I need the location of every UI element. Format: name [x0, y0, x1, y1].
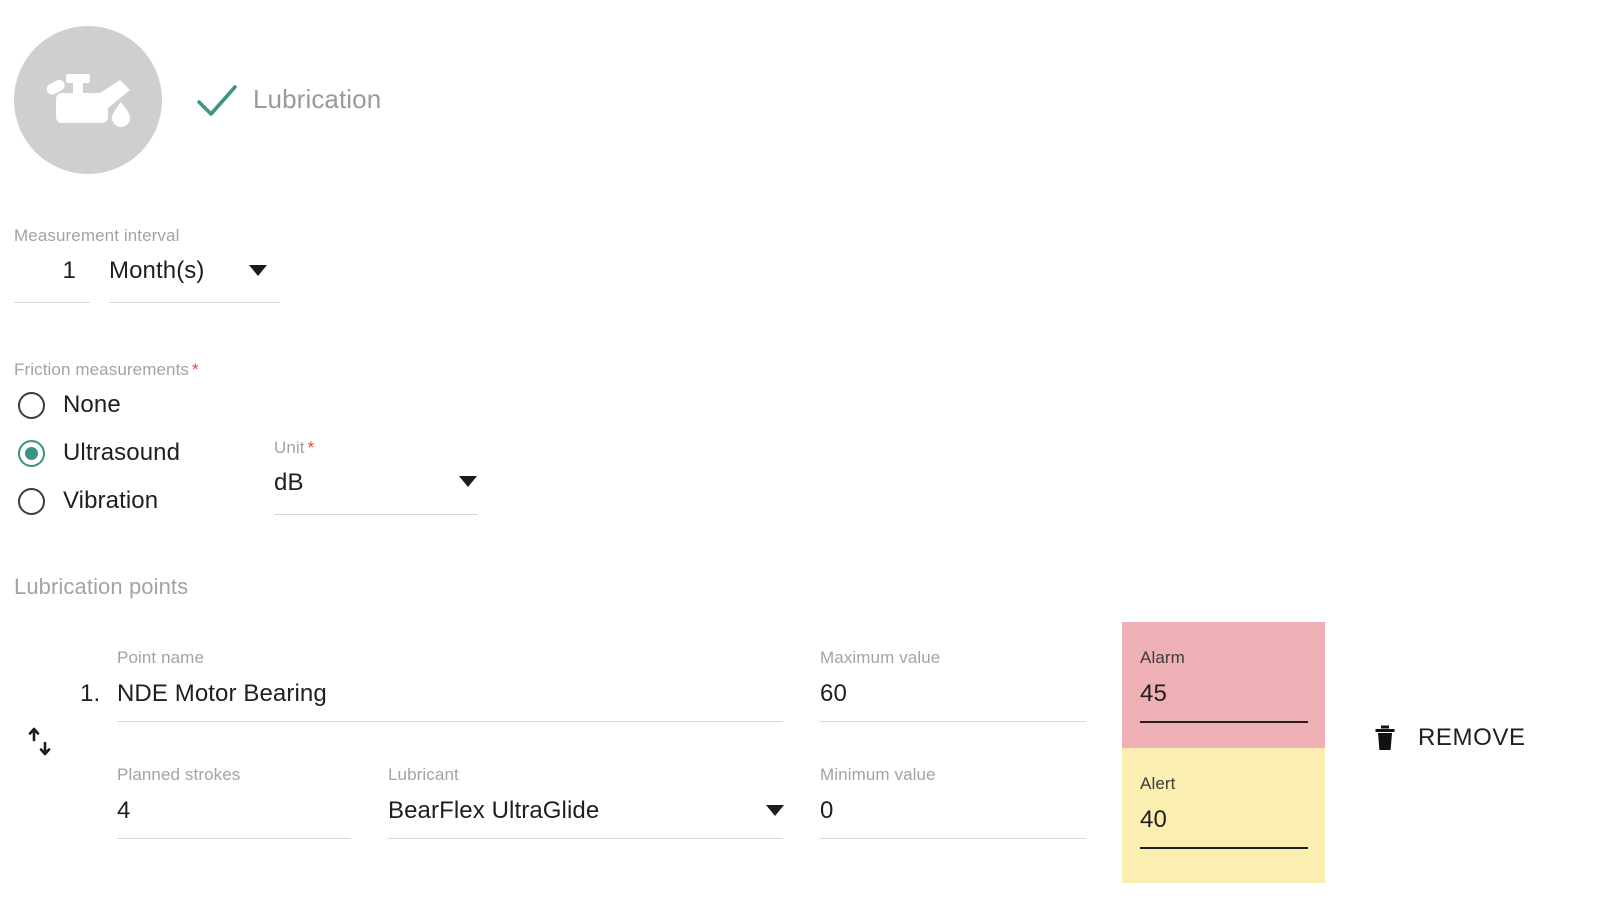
point-name-label: Point name	[117, 648, 204, 668]
lubrication-points-title: Lubrication points	[14, 574, 188, 600]
radio-circle-ultrasound[interactable]	[18, 440, 45, 467]
alarm-underline	[1140, 721, 1308, 723]
unit-label-text: Unit	[274, 438, 305, 457]
chevron-down-icon[interactable]	[249, 265, 267, 276]
unit-label: Unit*	[274, 438, 314, 458]
friction-measurements-label: Friction measurements*	[14, 360, 199, 380]
required-marker: *	[192, 360, 199, 379]
minimum-value-underline	[820, 838, 1086, 839]
point-name-underline	[117, 721, 783, 722]
friction-measurements-label-text: Friction measurements	[14, 360, 189, 379]
chevron-down-icon[interactable]	[766, 805, 784, 816]
radio-circle-none[interactable]	[18, 392, 45, 419]
measurement-interval-input-underline	[14, 302, 90, 303]
measurement-interval-label: Measurement interval	[14, 226, 179, 246]
trash-icon[interactable]	[1374, 725, 1396, 751]
lubricant-underline	[388, 838, 783, 839]
alert-field-box[interactable]: Alert 40	[1122, 748, 1325, 883]
measurement-interval-input[interactable]: 1	[14, 257, 76, 285]
radio-option-vibration[interactable]: Vibration	[18, 487, 158, 515]
measurement-interval-unit-underline	[109, 302, 280, 303]
alarm-input[interactable]: 45	[1140, 680, 1167, 708]
planned-strokes-label: Planned strokes	[117, 765, 240, 785]
remove-point-button[interactable]: REMOVE	[1374, 724, 1526, 752]
lubricant-label: Lubricant	[388, 765, 459, 785]
minimum-value-input[interactable]: 0	[820, 797, 833, 825]
radio-option-ultrasound[interactable]: Ultrasound	[18, 439, 180, 467]
unit-underline	[274, 514, 478, 515]
point-index: 1.	[80, 680, 100, 708]
radio-option-none[interactable]: None	[18, 391, 121, 419]
chevron-down-icon[interactable]	[459, 476, 477, 487]
radio-label-none: None	[63, 391, 121, 419]
unit-select[interactable]: dB	[274, 469, 304, 497]
lubricant-select[interactable]: BearFlex UltraGlide	[388, 797, 599, 825]
sort-arrows-icon[interactable]	[26, 726, 56, 758]
alarm-field-box[interactable]: Alarm 45	[1122, 622, 1325, 748]
alert-label: Alert	[1140, 774, 1175, 794]
page-title: Lubrication	[253, 84, 381, 115]
point-name-input[interactable]: NDE Motor Bearing	[117, 680, 327, 708]
alert-underline	[1140, 847, 1308, 849]
planned-strokes-input[interactable]: 4	[117, 797, 130, 825]
minimum-value-label: Minimum value	[820, 765, 936, 785]
planned-strokes-underline	[117, 838, 351, 839]
maximum-value-label: Maximum value	[820, 648, 940, 668]
radio-label-ultrasound: Ultrasound	[63, 439, 180, 467]
checkmark-icon	[196, 82, 238, 120]
maximum-value-input[interactable]: 60	[820, 680, 847, 708]
measurement-interval-unit-select[interactable]: Month(s)	[109, 257, 205, 285]
lubrication-avatar	[14, 26, 162, 174]
radio-label-vibration: Vibration	[63, 487, 158, 515]
alarm-label: Alarm	[1140, 648, 1185, 668]
alert-input[interactable]: 40	[1140, 806, 1167, 834]
oil-can-icon	[42, 68, 134, 132]
radio-circle-vibration[interactable]	[18, 488, 45, 515]
remove-button-label: REMOVE	[1418, 724, 1526, 752]
maximum-value-underline	[820, 721, 1086, 722]
required-marker: *	[308, 438, 315, 457]
